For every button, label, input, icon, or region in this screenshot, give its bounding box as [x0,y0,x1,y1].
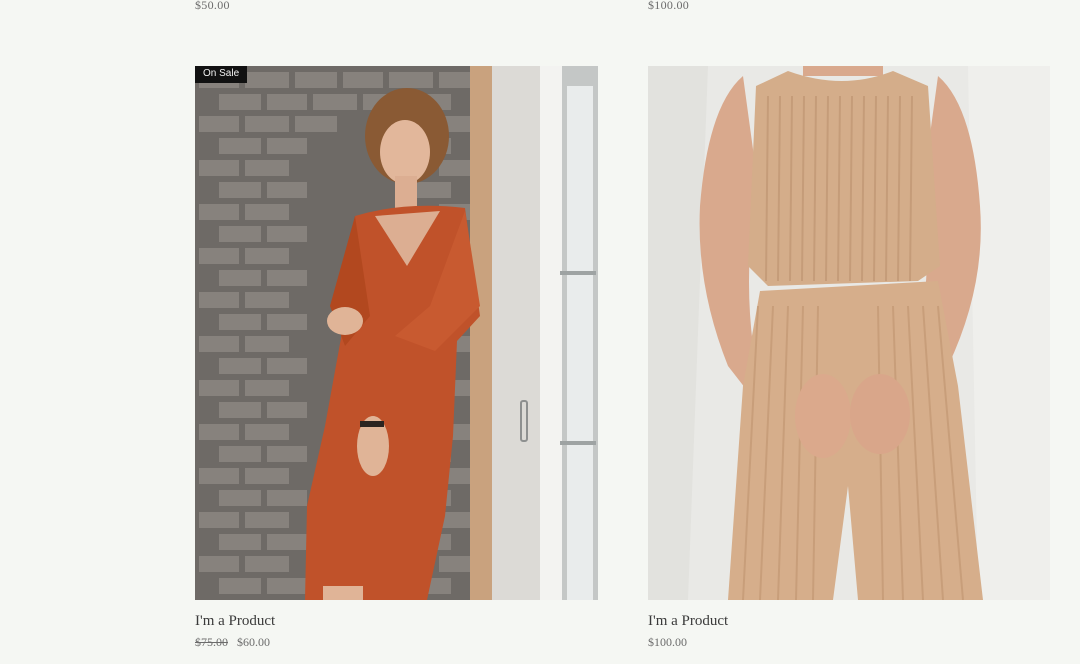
sale-price: $60.00 [237,635,270,649]
previous-product-price: $100.00 [648,0,690,12]
price-row: $100.00 [648,634,1050,650]
product-name[interactable]: I'm a Product [195,612,598,630]
product-image[interactable] [648,66,1050,600]
product-card[interactable]: I'm a Product $100.00 [648,66,1050,650]
product-card[interactable]: On Sale I'm a Product $75.00 $60.00 [195,66,598,650]
product-photo-knit-set [648,66,1050,600]
product-image[interactable]: On Sale [195,66,598,600]
previous-product-price: $50.00 [195,0,230,12]
original-price: $75.00 [195,635,228,649]
product-price: $100.00 [648,635,687,649]
product-name[interactable]: I'm a Product [648,612,1050,630]
on-sale-badge: On Sale [195,66,248,83]
product-photo-dress [195,66,598,600]
price-row: $75.00 $60.00 [195,634,598,650]
